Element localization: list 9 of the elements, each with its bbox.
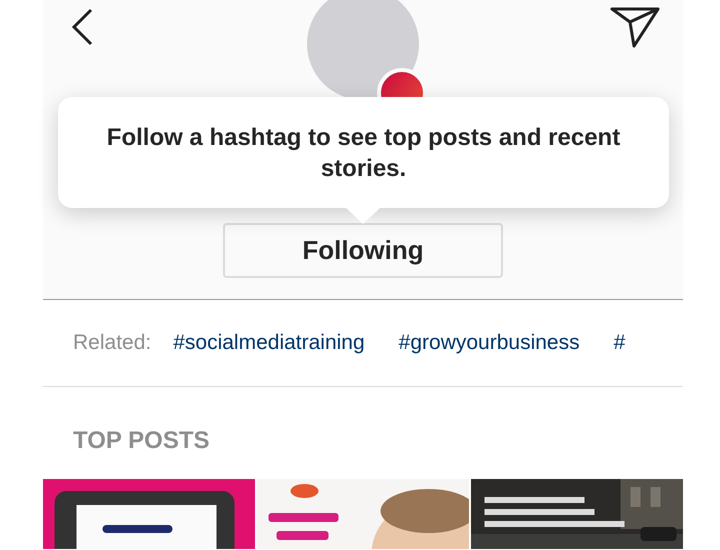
hashtag-link[interactable]: #socialmediatraining xyxy=(173,331,365,355)
back-icon[interactable] xyxy=(70,8,94,46)
tooltip-text: Follow a hashtag to see top posts and recent stories. xyxy=(106,122,622,184)
send-icon[interactable] xyxy=(610,6,660,49)
following-button[interactable]: Following xyxy=(223,223,503,278)
hashtag-link[interactable]: # xyxy=(614,331,626,355)
hashtag-link[interactable]: #growyourbusiness xyxy=(398,331,580,355)
section-title: TOP POSTS xyxy=(73,427,210,456)
related-label: Related: xyxy=(73,331,152,355)
